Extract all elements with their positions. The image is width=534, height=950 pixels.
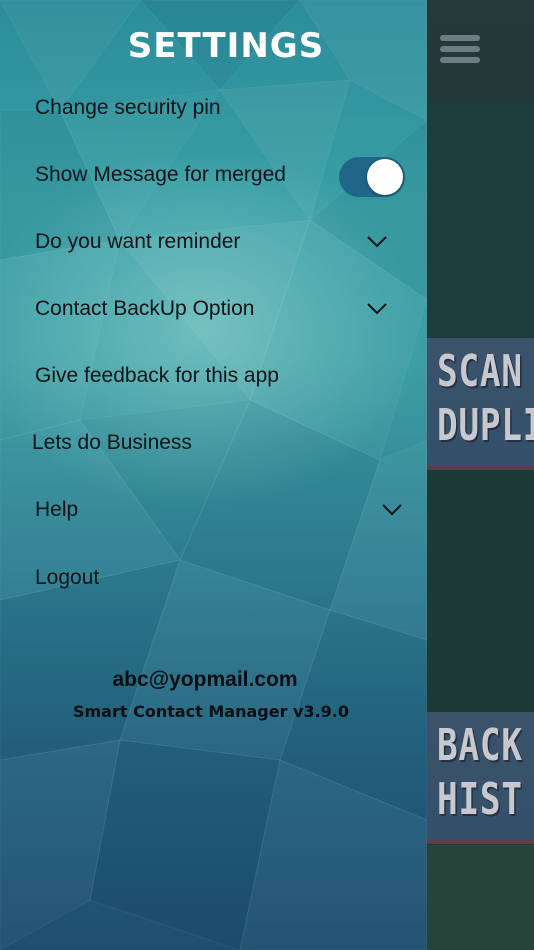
contact-backup-option-item[interactable]: Contact BackUp Option bbox=[35, 287, 415, 331]
background-panel bbox=[427, 470, 534, 710]
account-email: abc@yopmail.com bbox=[112, 668, 298, 691]
tile-label-line2: DUPLI bbox=[437, 400, 534, 451]
menu-item-label: Help bbox=[35, 498, 79, 521]
menu-item-label: Change security pin bbox=[35, 96, 221, 119]
menu-item-label: Contact BackUp Option bbox=[35, 297, 255, 320]
tile-label-line2: HIST bbox=[437, 774, 523, 825]
menu-item-label: Do you want reminder bbox=[35, 230, 241, 253]
app-screen: SCAN DUPLI BACK HIST SETTINGS Change sec… bbox=[0, 0, 534, 950]
give-feedback-item[interactable]: Give feedback for this app bbox=[35, 354, 415, 398]
scan-duplicates-tile[interactable]: SCAN DUPLI bbox=[427, 338, 534, 470]
background-panel bbox=[427, 845, 534, 950]
polygon-background-texture bbox=[0, 0, 427, 950]
menu-item-label: Logout bbox=[35, 566, 100, 589]
app-version: Smart Contact Manager v3.9.0 bbox=[72, 702, 350, 721]
chevron-down-icon[interactable] bbox=[366, 235, 388, 249]
logout-item[interactable]: Logout bbox=[35, 556, 415, 600]
show-message-merged-toggle[interactable] bbox=[339, 157, 405, 197]
reminder-item[interactable]: Do you want reminder bbox=[35, 220, 415, 264]
toggle-knob bbox=[367, 159, 403, 195]
tile-label-line1: BACK bbox=[437, 720, 523, 771]
chevron-down-icon[interactable] bbox=[381, 503, 403, 517]
background-panel bbox=[427, 98, 534, 338]
menu-item-label: Give feedback for this app bbox=[35, 364, 279, 387]
tile-label-line1: SCAN bbox=[437, 346, 523, 397]
backup-history-tile[interactable]: BACK HIST bbox=[427, 712, 534, 844]
settings-title: SETTINGS bbox=[127, 26, 325, 66]
hamburger-icon[interactable] bbox=[440, 33, 480, 65]
lets-do-business-item[interactable]: Lets do Business bbox=[32, 421, 412, 465]
help-item[interactable]: Help bbox=[35, 488, 415, 532]
menu-item-label: Lets do Business bbox=[32, 431, 192, 454]
settings-drawer: SETTINGS Change security pin Show Messag… bbox=[0, 0, 427, 950]
menu-item-label: Show Message for merged bbox=[35, 163, 286, 186]
chevron-down-icon[interactable] bbox=[366, 302, 388, 316]
change-security-pin-item[interactable]: Change security pin bbox=[35, 86, 415, 130]
